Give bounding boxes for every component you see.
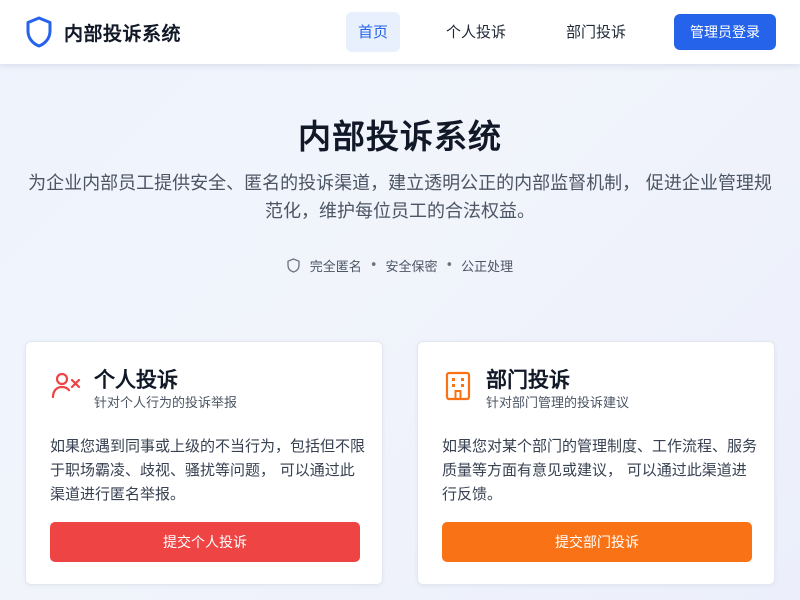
department-complaint-card: 部门投诉 针对部门管理的投诉建议 如果您对某个部门的管理制度、工作流程、服务质量… — [417, 341, 775, 585]
feature-tags: 完全匿名 • 安全保密 • 公正处理 — [0, 256, 800, 275]
card-description: 如果您遇到同事或上级的不当行为，包括但不限于职场霸凌、歧视、骚扰等问题， 可以通… — [50, 437, 366, 503]
shield-icon — [26, 16, 52, 48]
admin-login-button[interactable]: 管理员登录 — [674, 14, 776, 50]
user-x-icon — [51, 372, 81, 399]
top-header: 内部投诉系统 首页 个人投诉 部门投诉 管理员登录 — [0, 0, 800, 64]
card-subtitle: 针对部门管理的投诉建议 — [486, 396, 630, 411]
card-title: 部门投诉 — [486, 368, 570, 392]
building-icon — [445, 371, 471, 401]
card-title: 个人投诉 — [94, 368, 178, 392]
card-subtitle: 针对个人行为的投诉举报 — [94, 396, 238, 411]
tag-fair: 公正处理 — [461, 260, 514, 275]
nav-item-personal-complaint[interactable]: 个人投诉 — [434, 12, 518, 52]
submit-personal-complaint-button[interactable]: 提交个人投诉 — [50, 522, 360, 562]
hero-description: 为企业内部员工提供安全、匿名的投诉渠道，建立透明公正的内部监督机制， 促进企业管… — [28, 173, 772, 222]
tag-separator: • — [369, 258, 378, 273]
tag-anonymous: 完全匿名 — [309, 260, 362, 275]
nav-item-department-complaint[interactable]: 部门投诉 — [554, 12, 638, 52]
personal-complaint-card: 个人投诉 针对个人行为的投诉举报 如果您遇到同事或上级的不当行为，包括但不限于职… — [25, 341, 383, 585]
brand[interactable]: 内部投诉系统 — [26, 16, 181, 48]
nav-item-home[interactable]: 首页 — [346, 12, 401, 52]
page-title: 内部投诉系统 — [298, 117, 502, 156]
tag-separator: • — [445, 258, 454, 273]
brand-title: 内部投诉系统 — [64, 22, 182, 45]
submit-department-complaint-button[interactable]: 提交部门投诉 — [442, 522, 752, 562]
shield-outline-icon — [287, 258, 300, 273]
tag-secure: 安全保密 — [385, 260, 438, 275]
card-description: 如果您对某个部门的管理制度、工作流程、服务质量等方面有意见或建议， 可以通过此渠… — [442, 437, 758, 503]
